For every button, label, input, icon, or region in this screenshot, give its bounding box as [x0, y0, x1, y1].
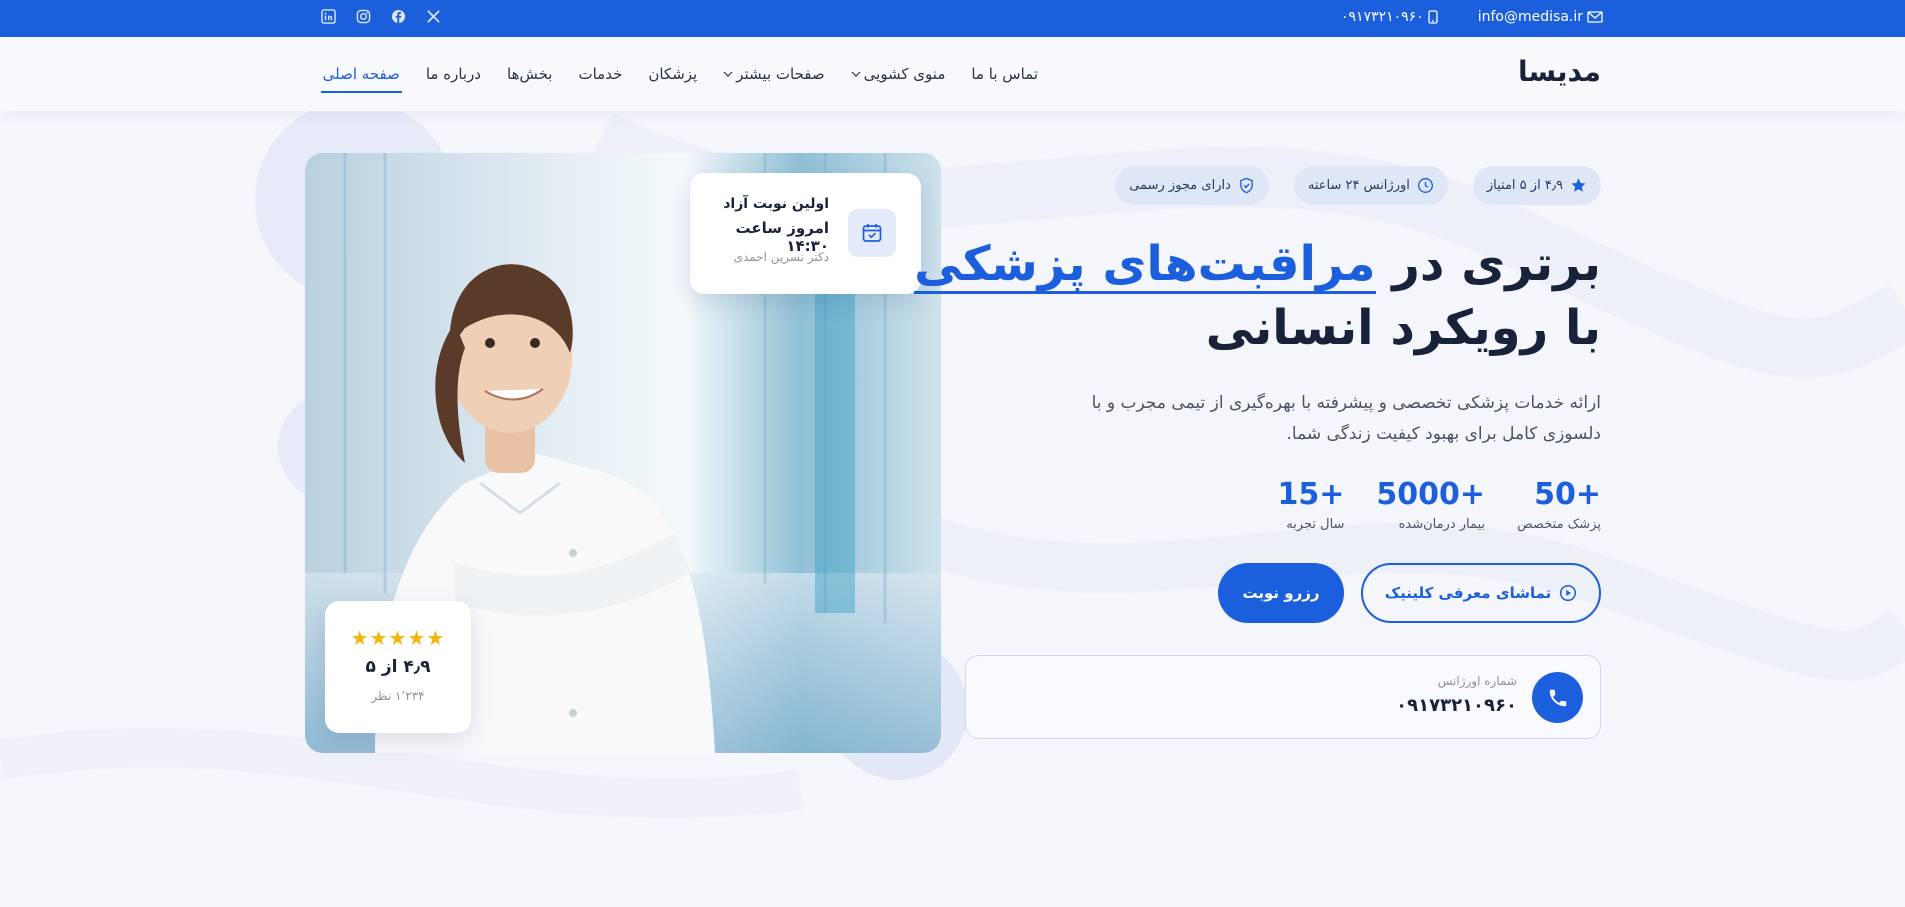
clock-icon	[1417, 178, 1433, 193]
background-wave	[0, 113, 1905, 819]
mobile-icon	[1428, 9, 1438, 24]
stat-doctors: 50+ پزشک متخصص	[1517, 475, 1601, 532]
rating-stars: ★★★★★	[350, 626, 446, 650]
nav-doctors[interactable]: پزشکان	[648, 37, 697, 111]
hero-description: ارائه خدمات پزشکی تخصصی و پیشرفته با بهر…	[1091, 393, 1601, 444]
stat-value: 50+	[1534, 477, 1601, 512]
nav-services[interactable]: خدمات	[578, 37, 622, 111]
appointment-doctor: دکتر نسرین احمدی	[733, 250, 829, 264]
nav-label: تماس با ما	[971, 65, 1038, 83]
nav-more-pages[interactable]: صفحات بیشتر	[723, 37, 825, 111]
book-appointment-button[interactable]: رزرو نوبت	[1218, 563, 1344, 623]
chevron-down-icon	[851, 71, 861, 77]
nav-contact[interactable]: تماس با ما	[971, 37, 1038, 111]
first-appointment-card: اولین نوبت آزاد امروز ساعت ۱۴:۳۰ دکتر نس…	[690, 173, 921, 294]
nav-departments[interactable]: بخش‌ها	[507, 37, 552, 111]
shield-check-icon	[1240, 177, 1253, 194]
nav-label: پزشکان	[648, 65, 698, 83]
top-contact: ۰۹۱۷۳۲۱۰۹۶۰ info@medisa.ir	[1341, 0, 1603, 33]
headline-line-2: با رویکرد انسانی	[1205, 300, 1601, 356]
nav-label: صفحات بیشتر	[736, 65, 825, 83]
appointment-title: اولین نوبت آزاد	[723, 196, 829, 212]
hero-actions: رزرو نوبت تماشای معرفی کلینیک	[1218, 563, 1601, 623]
chevron-down-icon	[723, 71, 733, 77]
stat-label: سال تجربه	[1286, 517, 1345, 532]
badge-label: دارای مجوز رسمی	[1129, 178, 1231, 193]
stat-value: 5000+	[1376, 477, 1486, 512]
review-count: ۱٬۲۳۴ نظر	[371, 689, 425, 703]
top-bar: ۰۹۱۷۳۲۱۰۹۶۰ info@medisa.ir	[0, 0, 1905, 37]
stat-patients: 5000+ بیمار درمان‌شده	[1376, 475, 1485, 532]
instagram-icon[interactable]	[355, 9, 371, 25]
nav-label: درباره ما	[425, 65, 481, 83]
nav-label: بخش‌ها	[507, 65, 553, 83]
top-email[interactable]: info@medisa.ir	[1478, 9, 1603, 25]
badge-label: اورژانس ۲۴ ساعته	[1307, 178, 1410, 193]
social-links	[320, 0, 441, 33]
badge-label: ۴٫۹ از ۵ امتیاز	[1486, 178, 1563, 193]
rating-card: ★★★★★ ۴٫۹ از ۵ ۱٬۲۳۴ نظر	[325, 601, 471, 733]
x-icon[interactable]	[425, 9, 441, 25]
play-circle-icon	[1560, 584, 1577, 602]
linkedin-icon[interactable]	[320, 9, 336, 25]
stat-experience: 15+ سال تجربه	[1278, 475, 1345, 532]
stat-value: 15+	[1277, 477, 1345, 512]
hero-stats: 15+ سال تجربه 5000+ بیمار درمان‌شده 50+ …	[1278, 475, 1601, 532]
nav-label: صفحه اصلی	[322, 65, 400, 83]
top-phone-text: ۰۹۱۷۳۲۱۰۹۶۰	[1341, 8, 1424, 25]
main-nav: صفحه اصلی درباره ما بخش‌ها خدمات پزشکان …	[320, 37, 1038, 111]
mail-icon	[1587, 10, 1603, 23]
stat-label: بیمار درمان‌شده	[1398, 517, 1486, 532]
trust-badges: دارای مجوز رسمی اورژانس ۲۴ ساعته ۴٫۹ از …	[1115, 166, 1601, 205]
emergency-contact[interactable]: شماره اورژانس ۰۹۱۷۳۲۱۰۹۶۰	[965, 655, 1601, 739]
emergency-label: شماره اورژانس	[1437, 674, 1517, 688]
phone-icon	[1532, 672, 1583, 723]
headline-prefix: برتری در	[1375, 236, 1601, 292]
emergency-number: ۰۹۱۷۳۲۱۰۹۶۰	[1396, 695, 1517, 716]
nav-home[interactable]: صفحه اصلی	[320, 37, 403, 111]
rating-score: ۴٫۹ از ۵	[365, 657, 431, 677]
nav-label: منوی کشویی	[863, 65, 946, 83]
top-phone[interactable]: ۰۹۱۷۳۲۱۰۹۶۰	[1341, 9, 1438, 25]
site-logo[interactable]: مدیسا	[1518, 55, 1601, 88]
watch-intro-label: تماشای معرفی کلینیک	[1384, 584, 1552, 602]
headline-line-1: برتری در مراقبت‌های پزشکی	[914, 232, 1601, 296]
calendar-icon	[848, 209, 896, 257]
hero-headline: برتری در مراقبت‌های پزشکی با رویکرد انسا…	[914, 232, 1601, 360]
facebook-icon[interactable]	[390, 9, 406, 25]
nav-dropdown-menu[interactable]: منوی کشویی	[851, 37, 946, 111]
badge-licensed: دارای مجوز رسمی	[1115, 166, 1269, 205]
nav-label: خدمات	[578, 65, 623, 83]
site-header: مدیسا صفحه اصلی درباره ما بخش‌ها خدمات پ…	[0, 37, 1905, 111]
stat-label: پزشک متخصص	[1517, 517, 1601, 532]
top-email-text: info@medisa.ir	[1477, 8, 1583, 25]
badge-rating: ۴٫۹ از ۵ امتیاز	[1472, 166, 1601, 205]
headline-highlight: مراقبت‌های پزشکی	[914, 232, 1376, 296]
watch-intro-button[interactable]: تماشای معرفی کلینیک	[1361, 563, 1601, 623]
nav-about[interactable]: درباره ما	[426, 37, 481, 111]
star-icon	[1571, 178, 1586, 192]
badge-emergency: اورژانس ۲۴ ساعته	[1293, 166, 1448, 205]
